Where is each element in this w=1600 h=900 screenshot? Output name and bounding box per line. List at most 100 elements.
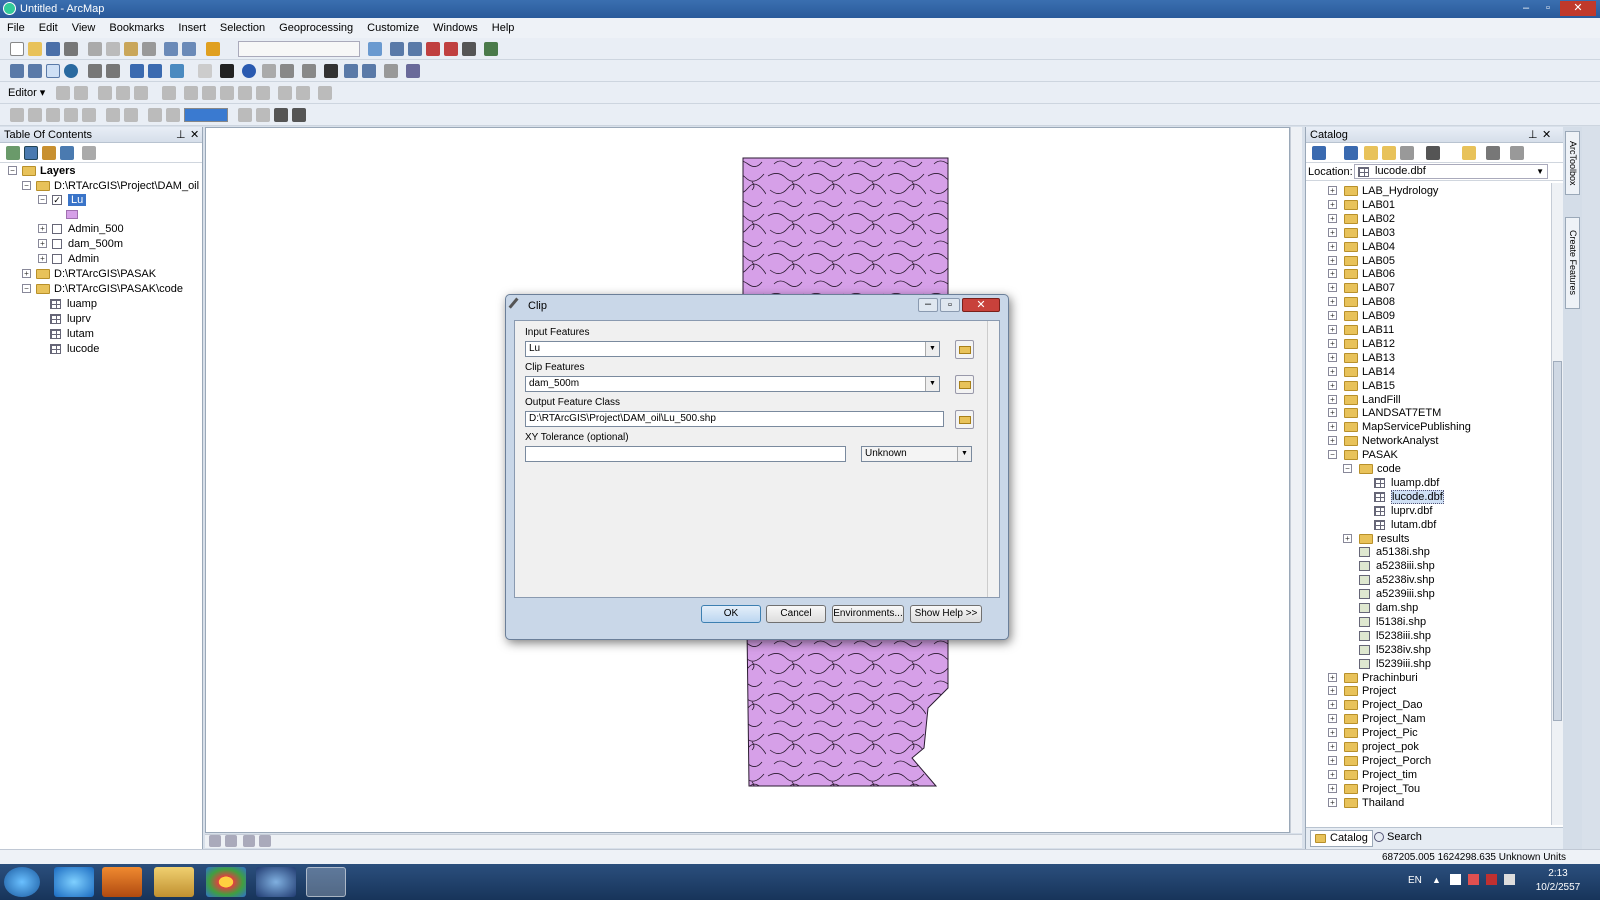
toc-table-lucode[interactable]: lucode	[50, 342, 99, 356]
add-data-icon[interactable]	[206, 42, 220, 56]
toc-options-icon[interactable]	[82, 146, 96, 160]
location-combo[interactable]: lucode.dbf ▼	[1354, 164, 1548, 179]
expand-icon[interactable]: +	[1328, 408, 1337, 418]
search-window-icon[interactable]	[426, 42, 440, 56]
catalog-folder[interactable]: + LAB12	[1328, 337, 1395, 351]
layer-dam500m-checkbox[interactable]	[52, 239, 62, 250]
catalog-dbf-item[interactable]: lucode.dbf	[1374, 489, 1444, 504]
editor-menu[interactable]: Editor ▾	[8, 85, 45, 101]
expand-icon[interactable]: +	[1328, 394, 1337, 404]
catalog-folder[interactable]: + Project_Nam	[1328, 712, 1426, 726]
expand-icon[interactable]: +	[1328, 255, 1337, 265]
go-to-xy-icon[interactable]	[362, 64, 376, 78]
clock-date[interactable]: 10/2/2557	[1532, 882, 1584, 893]
sketch-properties-icon[interactable]	[296, 86, 310, 100]
catalog-scrollbar[interactable]	[1551, 183, 1563, 825]
disconnect-folder-icon[interactable]	[1400, 146, 1414, 160]
layout-pan-icon[interactable]	[46, 108, 60, 122]
toggle-contents-icon[interactable]	[1486, 146, 1500, 160]
map-vertical-scrollbar[interactable]	[1290, 127, 1302, 833]
back-icon[interactable]	[130, 64, 144, 78]
export-icon[interactable]	[292, 108, 306, 122]
language-indicator[interactable]: EN	[1408, 875, 1422, 886]
select-features-icon[interactable]	[170, 64, 184, 78]
focus-data-frame-icon[interactable]	[148, 108, 162, 122]
straight-segment-icon[interactable]	[98, 86, 112, 100]
table-of-contents-icon[interactable]	[390, 42, 404, 56]
catalog-folder[interactable]: + LAB04	[1328, 240, 1395, 254]
network-icon[interactable]	[1486, 874, 1497, 885]
catalog-folder[interactable]: + MapServicePublishing	[1328, 420, 1471, 434]
menu-insert[interactable]: Insert	[171, 18, 213, 38]
catalog-folder-results[interactable]: + results	[1343, 532, 1409, 546]
save-icon[interactable]	[46, 42, 60, 56]
catalog-folder-code[interactable]: − code	[1343, 462, 1401, 476]
edit-vertices-icon[interactable]	[184, 86, 198, 100]
collapse-icon[interactable]: −	[1343, 464, 1352, 473]
catalog-forward-icon[interactable]	[1344, 146, 1358, 160]
catalog-folder[interactable]: + Project_Porch	[1328, 754, 1431, 768]
lu-symbol-swatch[interactable]	[66, 210, 78, 219]
edit-annotation-icon[interactable]	[74, 86, 88, 100]
tab-search[interactable]: Search	[1370, 830, 1426, 847]
catalog-folder[interactable]: + LAB15	[1328, 379, 1395, 393]
expand-icon[interactable]: +	[1328, 269, 1337, 279]
catalog-shapefile-item[interactable]: l5138i.shp	[1359, 615, 1426, 629]
catalog-shapefile-item[interactable]: dam.shp	[1359, 601, 1418, 615]
catalog-folder[interactable]: + LAB13	[1328, 351, 1395, 365]
end-point-arc-icon[interactable]	[116, 86, 130, 100]
catalog-shapefile-item[interactable]: a5238iii.shp	[1359, 559, 1435, 573]
layout-zoom-out-icon[interactable]	[28, 108, 42, 122]
catalog-folder[interactable]: + LAB11	[1328, 323, 1394, 337]
full-extent-icon[interactable]	[64, 64, 78, 78]
action-center-icon[interactable]	[1450, 874, 1461, 885]
toc-close-icon[interactable]: ✕	[190, 127, 199, 143]
output-feature-class-input[interactable]: D:\RTArcGIS\Project\DAM_oil\Lu_500.shp	[525, 411, 944, 427]
expand-icon[interactable]: +	[1328, 227, 1337, 237]
tab-catalog[interactable]: Catalog	[1310, 830, 1373, 847]
catalog-folder[interactable]: + LAB01	[1328, 198, 1395, 212]
maximize-button[interactable]: ▫	[1537, 1, 1559, 16]
ok-button[interactable]: OK	[701, 605, 761, 623]
dialog-close-button[interactable]: ✕	[962, 298, 1000, 312]
expand-icon[interactable]: +	[1328, 700, 1337, 710]
hyperlink-icon[interactable]	[262, 64, 276, 78]
layer-lu-label[interactable]: Lu	[68, 194, 87, 206]
expand-icon[interactable]: +	[1328, 352, 1337, 362]
chevron-down-icon[interactable]: ▼	[957, 447, 971, 461]
expand-icon[interactable]: +	[1328, 672, 1337, 682]
catalog-folder[interactable]: + LAB03	[1328, 226, 1395, 240]
catalog-back-icon[interactable]	[1312, 146, 1326, 160]
catalog-folder[interactable]: + LAB08	[1328, 295, 1395, 309]
layout-view-icon[interactable]	[209, 835, 221, 847]
toc-group-dam-oil[interactable]: − D:\RTArcGIS\Project\DAM_oil	[22, 179, 199, 193]
cancel-button[interactable]: Cancel	[766, 605, 826, 623]
clip-features-browse-button[interactable]	[955, 375, 974, 394]
collapse-icon[interactable]: −	[1328, 450, 1337, 460]
tab-create-features[interactable]: Create Features	[1565, 217, 1580, 309]
toc-pin-icon[interactable]: ⊥	[176, 127, 186, 143]
layout-forward-icon[interactable]	[124, 108, 138, 122]
find-icon[interactable]	[324, 64, 338, 78]
up-one-level-icon[interactable]	[1364, 146, 1378, 160]
catalog-close-icon[interactable]: ✕	[1542, 127, 1551, 143]
catalog-folder[interactable]: + Project_Dao	[1328, 698, 1423, 712]
arcglobe-icon[interactable]	[256, 867, 296, 897]
viewer-window-icon[interactable]	[406, 64, 420, 78]
html-popup-icon[interactable]	[280, 64, 294, 78]
map-horizontal-scrollbar[interactable]	[205, 834, 1302, 848]
menu-view[interactable]: View	[65, 18, 103, 38]
pause-drawing-icon[interactable]	[259, 835, 271, 847]
layer-lu-checkbox[interactable]: ✓	[52, 195, 62, 206]
catalog-folder[interactable]: + Project_Tou	[1328, 782, 1420, 796]
media-player-icon[interactable]	[102, 867, 142, 897]
layer-admin-label[interactable]: Admin	[68, 253, 99, 265]
layer-admin-checkbox[interactable]	[52, 254, 62, 265]
catalog-shapefile-item[interactable]: l5239iii.shp	[1359, 657, 1431, 671]
dialog-minimize-button[interactable]: –	[918, 298, 938, 312]
layout-back-icon[interactable]	[106, 108, 120, 122]
input-features-combo[interactable]: Lu ▼	[525, 341, 940, 357]
menu-windows[interactable]: Windows	[426, 18, 485, 38]
catalog-folder[interactable]: + project_pok	[1328, 740, 1419, 754]
toc-table-luamp[interactable]: luamp	[50, 297, 97, 311]
